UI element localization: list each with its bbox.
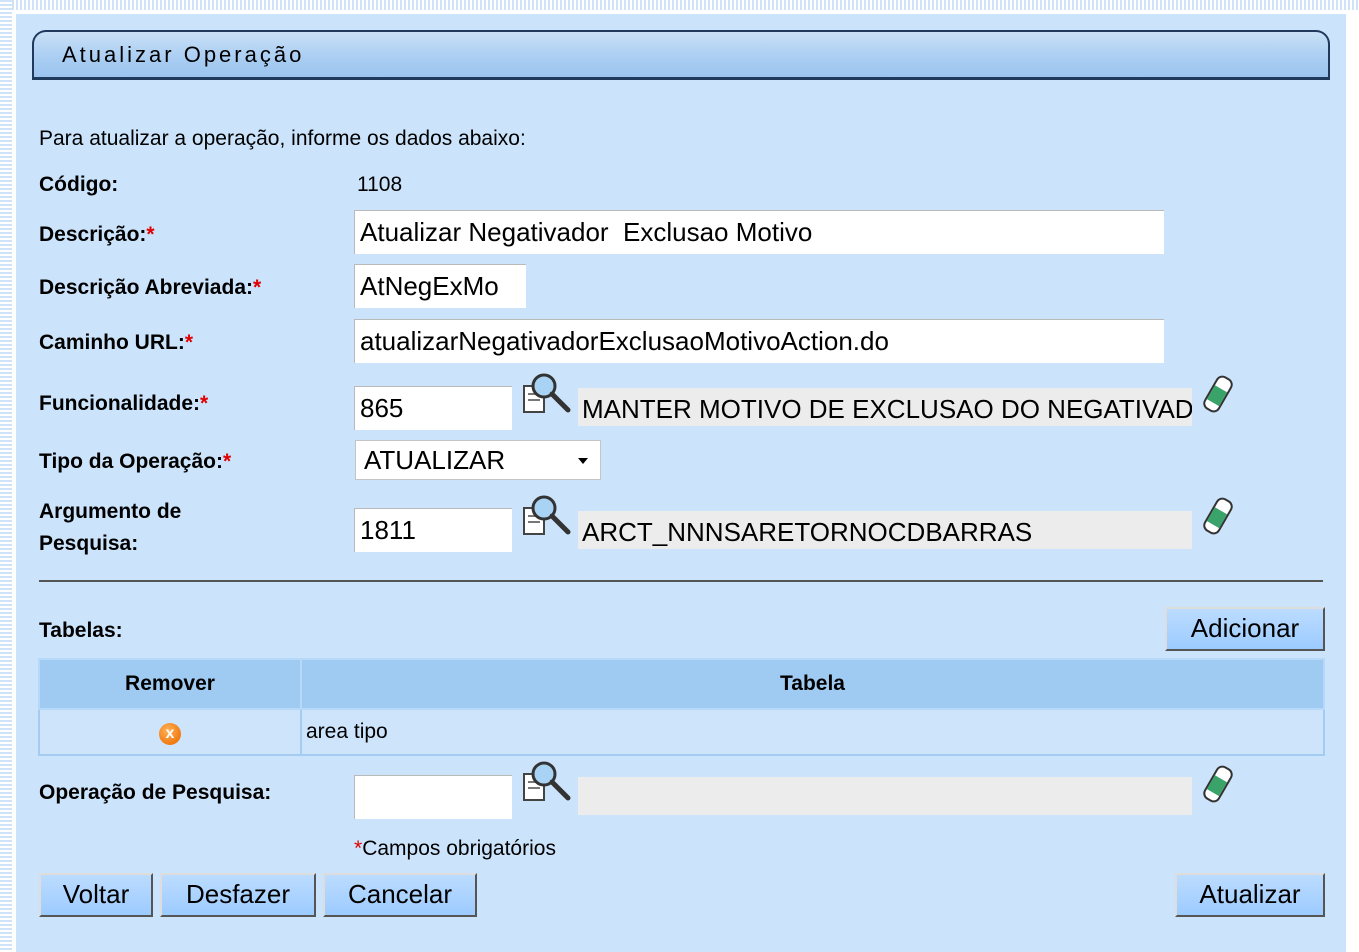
- atualizar-button[interactable]: Atualizar: [1175, 873, 1325, 917]
- operacao-pesquisa-label: Operação de Pesquisa:: [39, 781, 272, 804]
- column-header-remover: Remover: [38, 658, 302, 710]
- operacao-pesquisa-code-input[interactable]: [354, 775, 512, 819]
- tabelas-label: Tabelas:: [39, 619, 123, 642]
- eraser-icon[interactable]: [1198, 494, 1238, 538]
- remove-circle-icon[interactable]: x: [159, 722, 181, 745]
- codigo-label: Código:: [39, 173, 119, 196]
- codigo-value: 1108: [357, 173, 403, 196]
- required-marker: *: [200, 392, 209, 415]
- required-fields-note: *Campos obrigatórios: [354, 837, 556, 860]
- descricao-label: Descrição:*: [39, 223, 155, 246]
- caminho-url-input[interactable]: [354, 319, 1164, 363]
- eraser-icon[interactable]: [1198, 762, 1238, 806]
- argumento-pesquisa-code-input[interactable]: [354, 508, 512, 552]
- page-title: Atualizar Operação: [62, 42, 305, 67]
- funcionalidade-code-input[interactable]: [354, 386, 512, 430]
- intro-text: Para atualizar a operação, informe os da…: [39, 127, 526, 150]
- funcionalidade-description: MANTER MOTIVO DE EXCLUSAO DO NEGATIVADOR: [578, 388, 1192, 426]
- descricao-abreviada-input[interactable]: [354, 264, 526, 308]
- descricao-abreviada-label: Descrição Abreviada:*: [39, 276, 262, 299]
- cancelar-button[interactable]: Cancelar: [323, 873, 477, 917]
- page-left-stripe: [0, 0, 12, 952]
- tabela-cell: area tipo: [300, 708, 1325, 756]
- required-marker: *: [253, 276, 262, 299]
- magnifier-icon[interactable]: [522, 372, 574, 416]
- required-marker: *: [184, 331, 194, 354]
- tipo-operacao-label: Tipo da Operação:*: [39, 450, 232, 473]
- page-top-stripe: [0, 0, 1359, 10]
- argumento-pesquisa-description: ARCT_NNNSARETORNOCDBARRAS: [578, 511, 1192, 549]
- table-header-row: Remover Tabela: [38, 658, 1325, 710]
- tipo-operacao-select[interactable]: ATUALIZAR: [355, 440, 601, 480]
- table-row: x area tipo: [38, 708, 1325, 756]
- chevron-down-icon: [578, 458, 588, 464]
- required-marker: *: [223, 450, 232, 473]
- descricao-input[interactable]: [354, 210, 1164, 254]
- funcionalidade-label: Funcionalidade:*: [39, 392, 209, 415]
- caminho-url-label: Caminho URL:*: [39, 331, 194, 354]
- section-divider: [39, 580, 1323, 582]
- desfazer-button[interactable]: Desfazer: [160, 873, 316, 917]
- required-marker: *: [146, 223, 155, 246]
- tipo-operacao-selected: ATUALIZAR: [364, 445, 506, 475]
- voltar-button[interactable]: Voltar: [39, 873, 153, 917]
- remove-cell: x: [38, 708, 302, 756]
- tabelas-table: Remover Tabela x area tipo: [38, 658, 1325, 756]
- eraser-icon[interactable]: [1198, 372, 1238, 416]
- operacao-pesquisa-description: [578, 777, 1192, 815]
- magnifier-icon[interactable]: [522, 494, 574, 538]
- column-header-tabela: Tabela: [300, 658, 1325, 710]
- adicionar-button[interactable]: Adicionar: [1165, 607, 1325, 651]
- argumento-pesquisa-label: Argumento de Pesquisa:: [39, 500, 182, 555]
- magnifier-icon[interactable]: [522, 760, 574, 804]
